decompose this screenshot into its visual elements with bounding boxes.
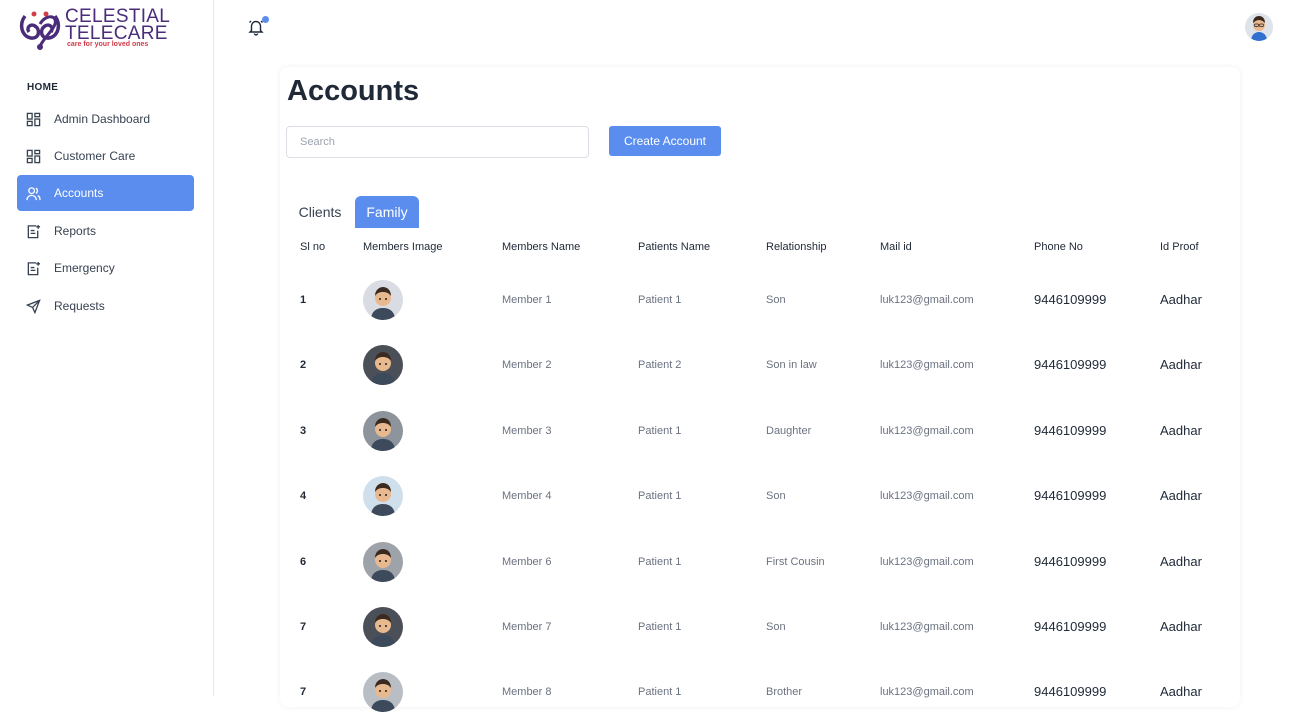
brand-name: CELESTIAL TELECARE	[65, 7, 170, 44]
logo-icon	[19, 11, 61, 50]
sidebar-item-label: Emergency	[54, 261, 115, 275]
cell-member-name: Member 7	[502, 621, 552, 633]
create-account-button[interactable]: Create Account	[609, 126, 721, 156]
report-icon	[27, 261, 41, 275]
column-header-relationship: Relationship	[766, 241, 827, 253]
column-header-members-image: Members Image	[363, 241, 443, 253]
cell-relationship: Daughter	[766, 425, 812, 437]
cell-mail-id[interactable]: luk123@gmail.com	[880, 556, 974, 568]
cell-phone-no: 9446109999	[1034, 554, 1107, 569]
sidebar-item-label: Customer Care	[54, 149, 136, 163]
column-header-patients-name: Patients Name	[638, 241, 711, 253]
sidebar-item-customer-care[interactable]: Customer Care	[17, 138, 194, 174]
sidebar-item-admin-dashboard[interactable]: Admin Dashboard	[17, 101, 194, 137]
cell-id-proof: Aadhar	[1160, 554, 1202, 569]
cell-relationship: Son	[766, 490, 786, 502]
cell-member-name: Member 6	[502, 556, 552, 568]
search-input[interactable]	[286, 126, 589, 158]
accounts-card	[280, 67, 1240, 707]
sidebar-item-label: Accounts	[54, 186, 104, 200]
cell-patient-name: Patient 2	[638, 359, 682, 371]
column-header-sl-no: Sl no	[300, 241, 326, 253]
brand-tagline: care for your loved ones	[67, 41, 149, 48]
column-header-members-name: Members Name	[502, 241, 581, 253]
cell-id-proof: Aadhar	[1160, 357, 1202, 372]
cell-relationship: First Cousin	[766, 556, 825, 568]
cell-member-name: Member 1	[502, 294, 552, 306]
cell-relationship: Son	[766, 294, 786, 306]
member-avatar	[363, 280, 403, 320]
nav-section-home: HOME	[27, 82, 59, 93]
column-header-id-proof: Id Proof	[1160, 241, 1199, 253]
cell-relationship: Son	[766, 621, 786, 633]
sidebar-item-reports[interactable]: Reports	[17, 213, 194, 249]
cell-sl-no: 3	[300, 425, 307, 437]
report-icon	[27, 224, 41, 238]
brand-logo[interactable]: CELESTIAL TELECARE care for your loved o…	[17, 6, 177, 52]
cell-id-proof: Aadhar	[1160, 423, 1202, 438]
cell-phone-no: 9446109999	[1034, 488, 1107, 503]
cell-sl-no: 2	[300, 359, 307, 371]
column-header-phone-no: Phone No	[1034, 241, 1083, 253]
cell-mail-id[interactable]: luk123@gmail.com	[880, 294, 974, 306]
cell-mail-id[interactable]: luk123@gmail.com	[880, 425, 974, 437]
dashboard-grid-icon	[26, 112, 41, 126]
member-avatar	[363, 345, 403, 385]
brand-name-line2: TELECARE	[65, 23, 168, 44]
cell-member-name: Member 3	[502, 425, 552, 437]
column-header-mail-id: Mail id	[880, 241, 912, 253]
cell-phone-no: 9446109999	[1034, 423, 1107, 438]
cell-id-proof: Aadhar	[1160, 292, 1202, 307]
sidebar-item-label: Requests	[54, 299, 105, 313]
cell-patient-name: Patient 1	[638, 621, 682, 633]
sidebar: CELESTIAL TELECARE care for your loved o…	[0, 0, 214, 696]
cell-member-name: Member 2	[502, 359, 552, 371]
cell-mail-id[interactable]: luk123@gmail.com	[880, 686, 974, 698]
cell-sl-no: 6	[300, 556, 307, 568]
cell-member-name: Member 8	[502, 686, 552, 698]
send-icon	[26, 298, 41, 314]
cell-relationship: Son in law	[766, 359, 817, 371]
sidebar-item-accounts[interactable]: Accounts	[17, 175, 194, 211]
member-avatar	[363, 411, 403, 451]
users-icon	[26, 186, 41, 200]
tab-family[interactable]: Family	[355, 196, 419, 228]
cell-mail-id[interactable]: luk123@gmail.com	[880, 359, 974, 371]
sidebar-item-requests[interactable]: Requests	[17, 288, 194, 324]
member-avatar	[363, 672, 403, 712]
user-avatar[interactable]	[1245, 13, 1273, 41]
cell-phone-no: 9446109999	[1034, 684, 1107, 699]
member-avatar	[363, 542, 403, 582]
cell-sl-no: 1	[300, 294, 307, 306]
cell-patient-name: Patient 1	[638, 556, 682, 568]
cell-phone-no: 9446109999	[1034, 292, 1107, 307]
cell-member-name: Member 4	[502, 490, 552, 502]
cell-patient-name: Patient 1	[638, 294, 682, 306]
cell-sl-no: 7	[300, 686, 307, 698]
cell-relationship: Brother	[766, 686, 803, 698]
tab-clients[interactable]: Clients	[288, 196, 352, 228]
cell-mail-id[interactable]: luk123@gmail.com	[880, 621, 974, 633]
cell-mail-id[interactable]: luk123@gmail.com	[880, 490, 974, 502]
page-title: Accounts	[287, 75, 420, 107]
cell-id-proof: Aadhar	[1160, 488, 1202, 503]
member-avatar	[363, 607, 403, 647]
dashboard-grid-icon	[26, 149, 41, 163]
cell-sl-no: 4	[300, 490, 307, 502]
cell-id-proof: Aadhar	[1160, 619, 1202, 634]
avatar-icon	[1245, 13, 1273, 41]
member-avatar	[363, 476, 403, 516]
cell-id-proof: Aadhar	[1160, 684, 1202, 699]
cell-sl-no: 7	[300, 621, 307, 633]
cell-patient-name: Patient 1	[638, 490, 682, 502]
cell-phone-no: 9446109999	[1034, 619, 1107, 634]
cell-patient-name: Patient 1	[638, 686, 682, 698]
sidebar-item-emergency[interactable]: Emergency	[17, 250, 194, 286]
cell-patient-name: Patient 1	[638, 425, 682, 437]
cell-phone-no: 9446109999	[1034, 357, 1107, 372]
sidebar-item-label: Reports	[54, 224, 97, 238]
notification-dot	[262, 16, 269, 23]
sidebar-item-label: Admin Dashboard	[54, 112, 151, 126]
